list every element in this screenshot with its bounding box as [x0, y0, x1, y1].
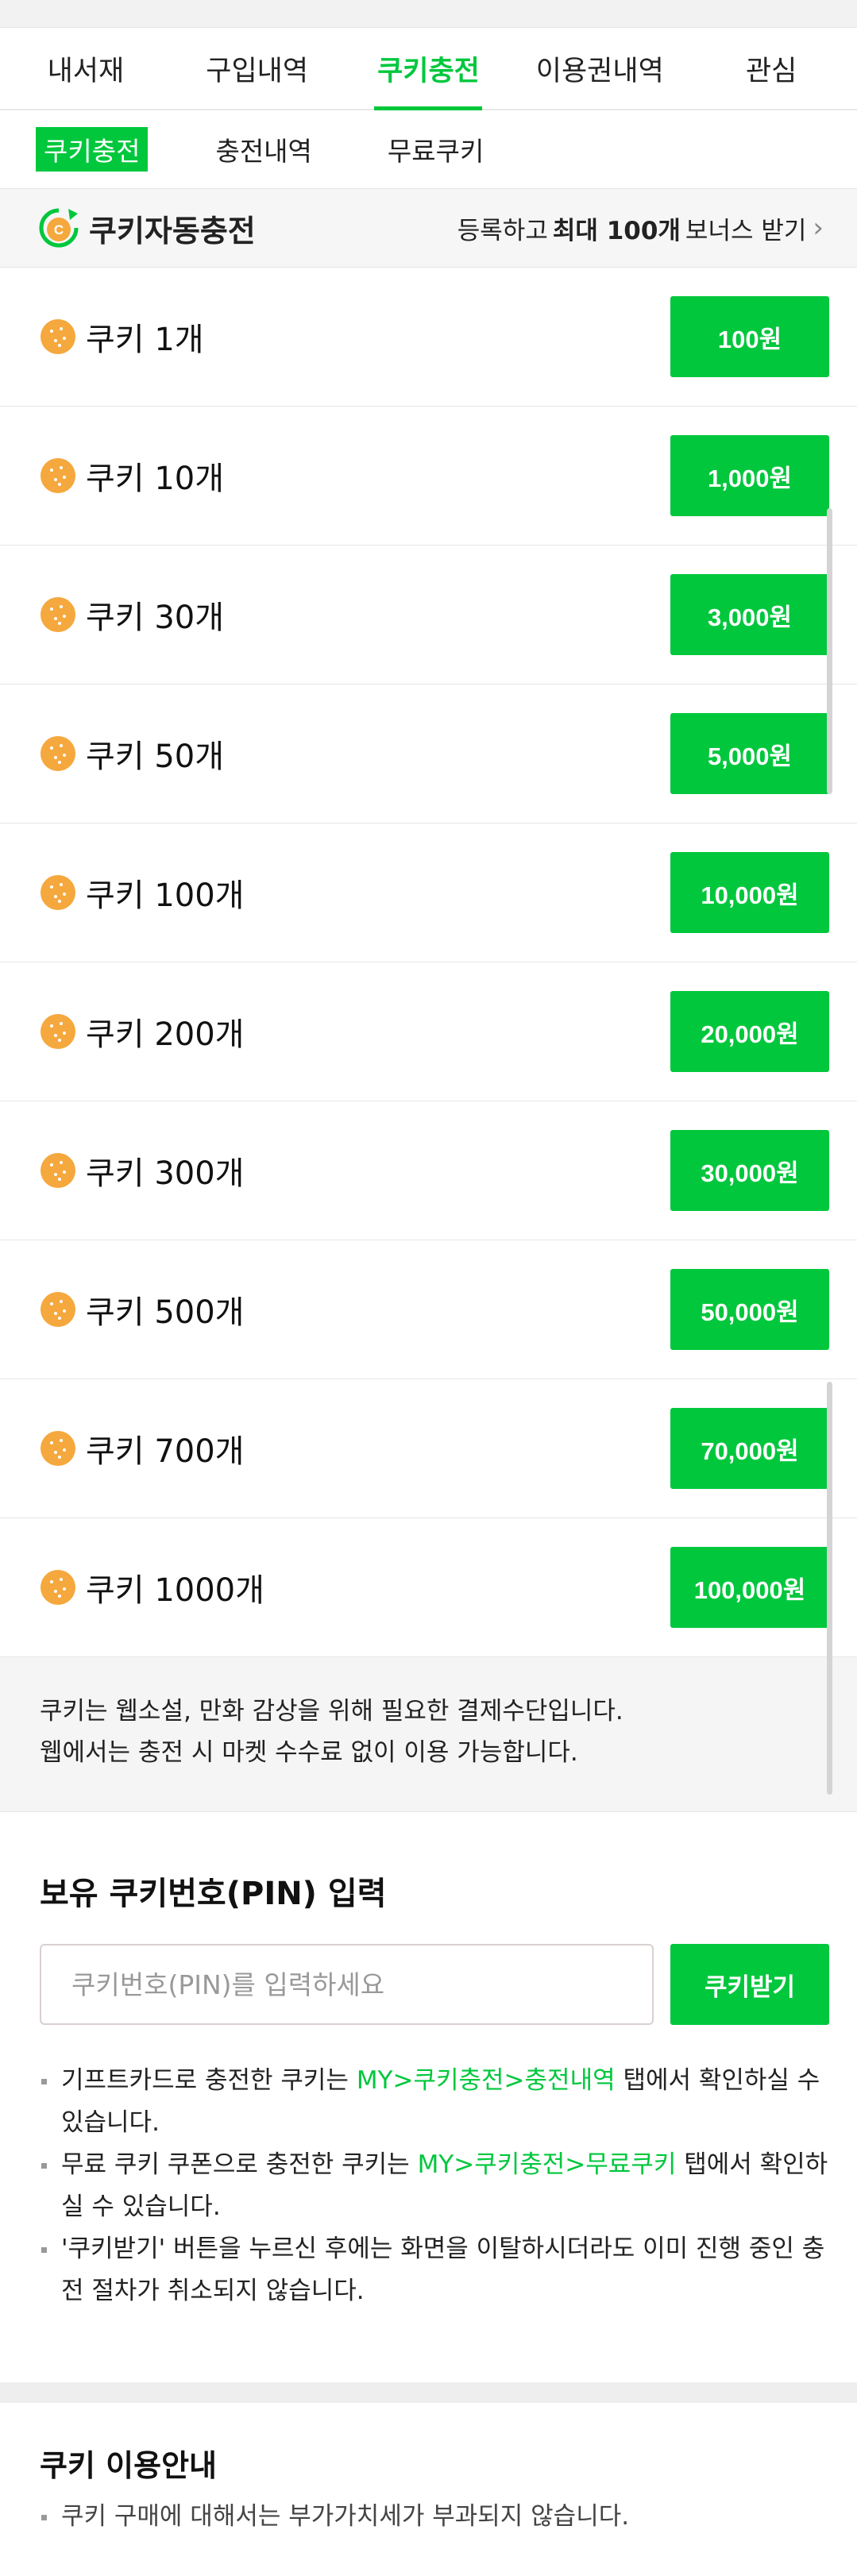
- main-tab-bar: 내서재 구입내역 쿠키충전 이용권내역 관심: [0, 28, 857, 110]
- pin-input[interactable]: [40, 1944, 654, 2025]
- tab-label: 내서재: [47, 55, 125, 87]
- subtab-cookie-charge[interactable]: 쿠키충전: [36, 127, 149, 172]
- tab-favorites[interactable]: 관심: [685, 28, 857, 109]
- tab-tickets[interactable]: 이용권내역: [514, 28, 685, 109]
- cookie-icon: [41, 736, 75, 771]
- promo-text-post: 보너스 받기: [685, 216, 807, 245]
- buy-price-button[interactable]: 100원: [670, 296, 829, 377]
- cookie-auto-charge-logo-icon: C: [39, 208, 79, 248]
- charge-history-link[interactable]: MY>쿠키충전>충전내역: [357, 2066, 616, 2095]
- cookie-icon: [41, 319, 75, 354]
- cookie-icon: [41, 1014, 75, 1049]
- cookie-package-label: 쿠키 30개: [86, 600, 225, 636]
- cookie-package-row: 쿠키 200개 20,000원: [0, 962, 857, 1101]
- pin-notes: 기프트카드로 충전한 쿠키는 MY>쿠키충전>충전내역 탭에서 확인하실 수 있…: [40, 2060, 829, 2312]
- cookie-package-row: 쿠키 10개 1,000원: [0, 407, 857, 546]
- tab-cookie-charge[interactable]: 쿠키충전: [343, 28, 515, 110]
- cookie-package-label: 쿠키 700개: [86, 1433, 245, 1470]
- promo-text-pre: 등록하고: [457, 216, 548, 245]
- cookie-package-label: 쿠키 300개: [86, 1155, 245, 1192]
- cookie-package-row: 쿠키 30개 3,000원: [0, 546, 857, 684]
- cookie-icon: [41, 1292, 75, 1327]
- cookie-icon: [41, 1570, 75, 1605]
- tab-library[interactable]: 내서재: [0, 28, 172, 109]
- cookie-package-row: 쿠키 100개 10,000원: [0, 823, 857, 962]
- pin-section-title: 보유 쿠키번호(PIN) 입력: [40, 1876, 387, 1912]
- tab-label: 구입내역: [206, 55, 309, 87]
- cookie-package-label: 쿠키 50개: [86, 738, 225, 775]
- chevron-right-icon: ›: [813, 212, 824, 244]
- buy-price-button[interactable]: 30,000원: [670, 1130, 829, 1211]
- subtab-free-cookies[interactable]: 무료쿠키: [380, 127, 492, 172]
- redeem-cookie-button[interactable]: 쿠키받기: [670, 1944, 829, 2025]
- cookie-package-label: 쿠키 1개: [86, 322, 204, 358]
- cookie-package-row: 쿠키 500개 50,000원: [0, 1240, 857, 1379]
- promo-text-bold: 최대 100개: [552, 216, 681, 245]
- auto-charge-banner[interactable]: C 쿠키자동충전 등록하고 최대 100개 보너스 받기 ›: [0, 189, 857, 268]
- buy-price-button[interactable]: 20,000원: [670, 991, 829, 1072]
- tab-label: 이용권내역: [535, 55, 664, 87]
- cookie-package-row: 쿠키 300개 30,000원: [0, 1101, 857, 1240]
- cookie-package-label: 쿠키 100개: [86, 877, 245, 914]
- buy-price-button[interactable]: 5,000원: [670, 713, 829, 794]
- tab-label: 관심: [745, 55, 797, 87]
- cookie-icon: [41, 1431, 75, 1466]
- guide-title: 쿠키 이용안내: [40, 2448, 217, 2483]
- buy-price-button[interactable]: 10,000원: [670, 852, 829, 933]
- cookie-package-label: 쿠키 500개: [86, 1294, 245, 1331]
- scrollbar-thumb[interactable]: [827, 508, 832, 794]
- auto-charge-promo[interactable]: 등록하고 최대 100개 보너스 받기 ›: [457, 210, 824, 246]
- pin-note: 기프트카드로 충전한 쿠키는 MY>쿠키충전>충전내역 탭에서 확인하실 수 있…: [40, 2060, 829, 2144]
- top-status-strip: [0, 0, 857, 28]
- cookie-package-row: 쿠키 1000개 100,000원: [0, 1518, 857, 1657]
- notice-line: 웹에서는 충전 시 마켓 수수료 없이 이용 가능합니다.: [40, 1738, 578, 1767]
- cookie-icon: [41, 597, 75, 632]
- cookie-notice: 쿠키는 웹소설, 만화 감상을 위해 필요한 결제수단입니다. 웹에서는 충전 …: [0, 1657, 857, 1812]
- pin-section: 보유 쿠키번호(PIN) 입력 쿠키받기 기프트카드로 충전한 쿠키는 MY>쿠…: [0, 1812, 857, 2344]
- cookie-package-label: 쿠키 200개: [86, 1016, 245, 1053]
- guide-item: 쿠키 구매에 대해서는 부가가치세가 부과되지 않습니다.: [40, 2496, 817, 2538]
- tab-label: 쿠키충전: [377, 55, 480, 87]
- buy-price-button[interactable]: 50,000원: [670, 1269, 829, 1350]
- cookie-package-row: 쿠키 700개 70,000원: [0, 1379, 857, 1518]
- pin-note: '쿠키받기' 버튼을 누르신 후에는 화면을 이탈하시더라도 이미 진행 중인 …: [40, 2228, 829, 2312]
- buy-price-button[interactable]: 70,000원: [670, 1408, 829, 1489]
- cookie-icon: [41, 1153, 75, 1188]
- notice-line: 쿠키는 웹소설, 만화 감상을 위해 필요한 결제수단입니다.: [40, 1697, 623, 1726]
- cookie-package-label: 쿠키 1000개: [86, 1572, 264, 1609]
- cookie-package-list: 쿠키 1개 100원 쿠키 10개 1,000원 쿠키 30개 3,000원 쿠…: [0, 268, 857, 1657]
- note-text: 무료 쿠키 쿠폰으로 충전한 쿠키는: [61, 2150, 418, 2179]
- auto-charge-title: 쿠키자동충전: [89, 213, 256, 249]
- scrollbar-thumb[interactable]: [827, 1382, 832, 1795]
- cookie-usage-guide: 쿠키 이용안내 쿠키 구매에 대해서는 부가가치세가 부과되지 않습니다.: [0, 2403, 857, 2576]
- cookie-package-row: 쿠키 1개 100원: [0, 268, 857, 407]
- cookie-icon: [41, 458, 75, 493]
- active-tab-underline: [374, 106, 483, 110]
- sub-tab-bar: 쿠키충전 충전내역 무료쿠키: [0, 110, 857, 189]
- tab-purchases[interactable]: 구입내역: [172, 28, 343, 109]
- buy-price-button[interactable]: 100,000원: [670, 1547, 829, 1628]
- cookie-package-row: 쿠키 50개 5,000원: [0, 684, 857, 823]
- free-cookie-link[interactable]: MY>쿠키충전>무료쿠키: [418, 2150, 677, 2179]
- pin-input-row: 쿠키받기: [40, 1944, 829, 2025]
- pin-note: 무료 쿠키 쿠폰으로 충전한 쿠키는 MY>쿠키충전>무료쿠키 탭에서 확인하실…: [40, 2144, 829, 2228]
- buy-price-button[interactable]: 1,000원: [670, 435, 829, 516]
- subtab-charge-history[interactable]: 충전내역: [207, 127, 319, 172]
- section-divider: [0, 2382, 857, 2403]
- note-text: 기프트카드로 충전한 쿠키는: [61, 2066, 357, 2095]
- cookie-package-label: 쿠키 10개: [86, 461, 225, 497]
- svg-text:C: C: [54, 222, 64, 237]
- cookie-icon: [41, 875, 75, 910]
- buy-price-button[interactable]: 3,000원: [670, 574, 829, 655]
